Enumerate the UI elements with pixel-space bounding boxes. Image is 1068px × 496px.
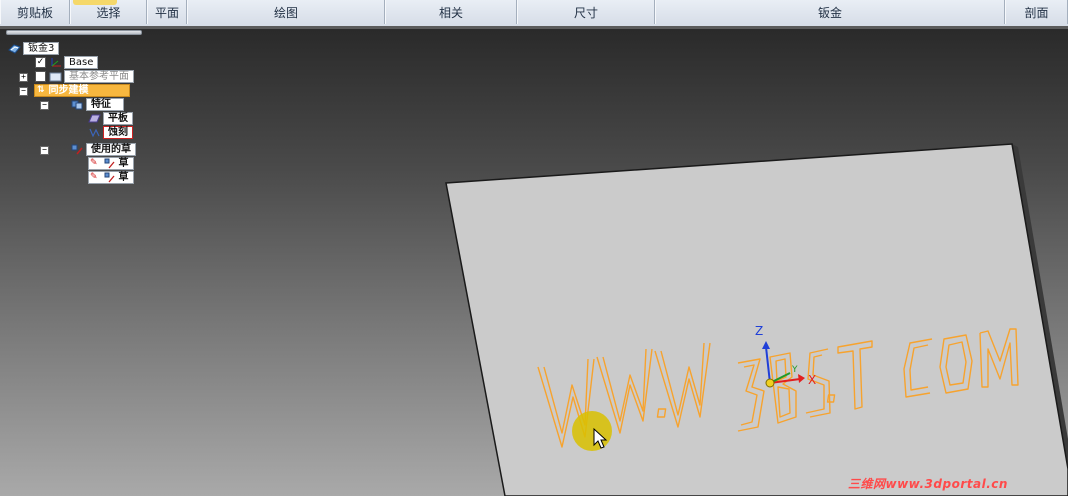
tree-node-plate[interactable]: 平板 — [88, 112, 133, 125]
ribbon-group-label: 相关 — [438, 6, 463, 20]
ribbon-group-sheetmetal[interactable]: 钣金 — [655, 0, 1005, 24]
sketch-icon — [104, 158, 115, 169]
ribbon-group-label: 剖面 — [1024, 6, 1049, 20]
x-axis-label: X — [808, 373, 817, 387]
features-icon — [71, 99, 84, 110]
triad-origin — [765, 378, 775, 388]
tree-label-sketch-2: 草 — [118, 172, 129, 183]
tree-node-ref-planes[interactable]: 基本参考平面 — [35, 70, 134, 83]
tree-node-sketch-1[interactable]: ✎ 草 — [88, 157, 134, 170]
tree-label-etch: 蚀刻 — [103, 126, 133, 139]
tree-label-sync-wrap: ⇅ 同步建模 — [34, 84, 130, 97]
tree-node-base[interactable]: ✓ Base — [35, 56, 99, 69]
collapse-features-icon[interactable]: − — [40, 101, 49, 110]
pencil-icon: ✎ — [90, 158, 98, 168]
ribbon-group-draw[interactable]: 绘图 — [187, 0, 385, 24]
sketch-2-wrap: ✎ 草 — [88, 171, 134, 184]
tree-label-plate: 平板 — [103, 112, 133, 125]
tree-label-used-sketches: 使用的草 — [86, 143, 136, 156]
tree-label-sync: 同步建模 — [48, 85, 89, 96]
ribbon-group-label: 绘图 — [273, 6, 298, 20]
pencil-icon: ✎ — [90, 172, 98, 182]
graphics-viewport[interactable]: Z X Y 钣金3 ✓ Base + 基本参考平面 − ⇅ 同步建模 − 特征 … — [0, 29, 1068, 496]
coordinate-system-icon — [49, 57, 62, 68]
ribbon-group-label: 尺寸 — [573, 6, 598, 20]
etch-feature-icon — [88, 127, 101, 138]
tree-node-root[interactable]: 钣金3 — [8, 42, 60, 55]
cursor-highlight — [572, 411, 612, 451]
ribbon-group-label: 剪贴板 — [16, 6, 53, 20]
tree-node-sketch-2[interactable]: ✎ 草 — [88, 171, 134, 184]
tree-node-features[interactable]: 特征 — [71, 98, 124, 111]
base-visibility-checkbox[interactable]: ✓ — [35, 57, 46, 68]
ribbon-group-clipboard[interactable]: 剪贴板 — [0, 0, 70, 24]
y-axis-label: Y — [792, 365, 798, 375]
sheetmetal-part-icon — [8, 43, 21, 54]
ribbon-group-dimension[interactable]: 尺寸 — [517, 0, 655, 24]
tree-node-sync[interactable]: ⇅ 同步建模 — [34, 84, 130, 97]
tree-node-used-sketches[interactable]: 使用的草 — [71, 143, 136, 156]
tree-label-root: 钣金3 — [23, 42, 60, 55]
ribbon-group-select[interactable]: 选择 — [70, 0, 147, 24]
ref-planes-visibility-checkbox[interactable] — [35, 71, 46, 82]
tree-label-sketch-1: 草 — [118, 158, 129, 169]
ribbon-group-section[interactable]: 剖面 — [1005, 0, 1068, 24]
ribbon-group-label: 选择 — [96, 6, 121, 20]
plate-feature-icon — [88, 113, 101, 124]
sheet-metal-plate[interactable] — [445, 143, 1068, 496]
sketch-icon — [104, 172, 115, 183]
z-axis-label: Z — [755, 324, 764, 338]
tree-label-ref-planes: 基本参考平面 — [64, 70, 134, 83]
expand-ref-planes-icon[interactable]: + — [19, 73, 28, 82]
ribbon-group-bar: 剪贴板 选择 平面 绘图 相关 尺寸 钣金 剖面 — [0, 0, 1068, 27]
collapse-used-sketches-icon[interactable]: − — [40, 146, 49, 155]
tree-label-features: 特征 — [86, 98, 124, 111]
sync-icon: ⇅ — [37, 85, 45, 95]
ribbon-group-label: 钣金 — [817, 6, 842, 20]
tree-label-base: Base — [64, 56, 99, 69]
tree-grip-handle[interactable] — [6, 30, 142, 35]
site-watermark: 三维网www.3dportal.cn — [848, 477, 1008, 491]
sketch-1-wrap: ✎ 草 — [88, 157, 134, 170]
ribbon-group-plane[interactable]: 平面 — [147, 0, 187, 24]
ribbon-group-relate[interactable]: 相关 — [385, 0, 517, 24]
pathfinder-tree[interactable]: 钣金3 ✓ Base + 基本参考平面 − ⇅ 同步建模 − 特征 平板 蚀刻 … — [0, 29, 146, 199]
reference-plane-icon — [49, 71, 62, 82]
model-canvas[interactable] — [0, 29, 1068, 496]
ribbon-group-label: 平面 — [154, 6, 179, 20]
sketch-group-icon — [71, 144, 84, 155]
collapse-sync-icon[interactable]: − — [19, 87, 28, 96]
tree-node-etch[interactable]: 蚀刻 — [88, 126, 133, 139]
